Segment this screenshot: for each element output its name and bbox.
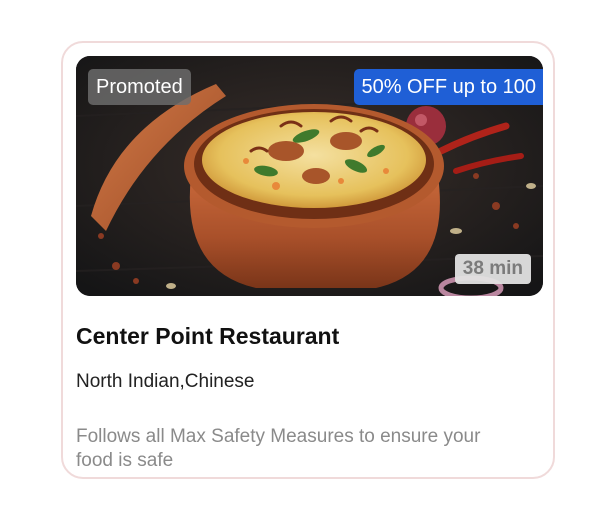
restaurant-name[interactable]: Center Point Restaurant [76, 323, 339, 350]
delivery-time-badge: 38 min [454, 254, 531, 284]
offer-badge: 50% OFF up to 100 [354, 69, 543, 105]
restaurant-image[interactable]: Promoted 50% OFF up to 100 38 min [76, 56, 543, 296]
safety-note: Follows all Max Safety Measures to ensur… [76, 426, 481, 471]
restaurant-card[interactable]: Promoted 50% OFF up to 100 38 min Center… [61, 41, 555, 479]
promoted-badge: Promoted [88, 69, 191, 105]
cuisine-list: North Indian,Chinese [76, 371, 255, 392]
